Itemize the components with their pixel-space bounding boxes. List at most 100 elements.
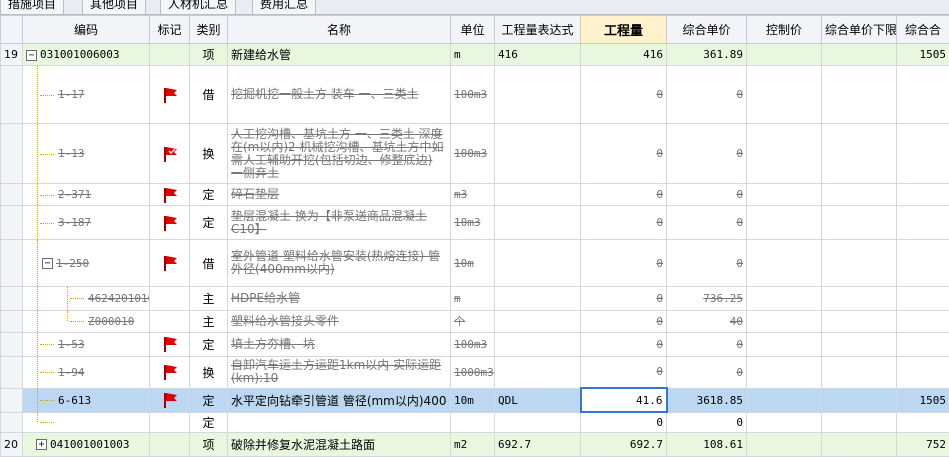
name-cell[interactable]: 挖掘机挖一般土方 装车 一、三类土 bbox=[227, 65, 451, 125]
name-cell[interactable]: 水平定向钻牵引管道 管径(mm以内)400 bbox=[227, 387, 451, 413]
name-cell[interactable]: 自卸汽车运土方运距1km以内 实际运距(km):10 bbox=[227, 355, 451, 389]
name-cell[interactable]: 碎石垫层 bbox=[227, 183, 451, 207]
type-cell[interactable]: 换 bbox=[189, 123, 228, 185]
price-low-cell[interactable] bbox=[821, 43, 897, 67]
type-cell[interactable]: 主 bbox=[189, 285, 228, 311]
code-cell[interactable]: Z000010 bbox=[22, 309, 150, 333]
control-cell[interactable] bbox=[746, 331, 822, 357]
unit-cell[interactable]: 100m3 bbox=[450, 65, 495, 125]
name-cell[interactable]: 塑料给水管接头零件 bbox=[227, 309, 451, 333]
type-cell[interactable]: 定 bbox=[189, 411, 228, 433]
qty-cell[interactable]: 416 bbox=[580, 43, 667, 67]
expr-cell[interactable] bbox=[494, 309, 581, 333]
code-cell[interactable] bbox=[22, 411, 150, 433]
control-cell[interactable] bbox=[746, 65, 822, 125]
name-cell[interactable]: 室外管道 塑料给水管安装(热熔连接) 管外径(400mm以内) bbox=[227, 239, 451, 287]
table-row[interactable]: 1-94 换 自卸汽车运土方运距1km以内 实际运距(km):10 1000m3… bbox=[0, 355, 949, 389]
name-cell[interactable]: 新建给水管 bbox=[227, 43, 451, 67]
control-cell[interactable] bbox=[746, 239, 822, 287]
type-cell[interactable]: 换 bbox=[189, 355, 228, 389]
unit-cell[interactable]: 1000m3 bbox=[450, 355, 495, 389]
unit-cell[interactable]: m3 bbox=[450, 183, 495, 207]
control-cell[interactable] bbox=[746, 411, 822, 433]
code-cell[interactable]: 1-53 bbox=[22, 331, 150, 357]
total-cell[interactable] bbox=[896, 239, 949, 287]
price-low-cell[interactable] bbox=[821, 239, 897, 287]
header-price[interactable]: 综合单价 bbox=[666, 14, 747, 45]
total-cell[interactable] bbox=[896, 65, 949, 125]
table-row[interactable]: 定 0 0 bbox=[0, 411, 949, 433]
table-row[interactable]: 2-371 定 碎石垫层 m3 0 0 bbox=[0, 183, 949, 207]
control-cell[interactable] bbox=[746, 309, 822, 333]
control-cell[interactable] bbox=[746, 123, 822, 185]
code-cell[interactable]: 1-13 bbox=[22, 123, 150, 185]
price-low-cell[interactable] bbox=[821, 285, 897, 311]
price-low-cell[interactable] bbox=[821, 431, 897, 457]
mark-cell[interactable] bbox=[149, 205, 190, 241]
mark-cell[interactable] bbox=[149, 123, 190, 185]
type-cell[interactable]: 借 bbox=[189, 65, 228, 125]
expand-icon[interactable]: + bbox=[36, 439, 47, 451]
code-cell[interactable]: −031001006003 bbox=[22, 43, 150, 67]
type-cell[interactable]: 定 bbox=[189, 331, 228, 357]
price-cell[interactable]: 0 bbox=[666, 239, 747, 287]
mark-cell[interactable] bbox=[149, 309, 190, 333]
price-cell[interactable]: 0 bbox=[666, 183, 747, 207]
expr-cell[interactable]: QDL bbox=[494, 387, 581, 413]
total-cell[interactable] bbox=[896, 309, 949, 333]
qty-cell[interactable]: 0 bbox=[580, 183, 667, 207]
name-cell[interactable]: 填土方夯槽、坑 bbox=[227, 331, 451, 357]
price-low-cell[interactable] bbox=[821, 355, 897, 389]
price-low-cell[interactable] bbox=[821, 123, 897, 185]
price-cell[interactable]: 0 bbox=[666, 355, 747, 389]
price-cell[interactable]: 361.89 bbox=[666, 43, 747, 67]
control-cell[interactable] bbox=[746, 285, 822, 311]
header-total[interactable]: 综合合 bbox=[896, 14, 949, 45]
header-control[interactable]: 控制价 bbox=[746, 14, 822, 45]
expr-cell[interactable] bbox=[494, 411, 581, 433]
table-row[interactable]: 19 −031001006003 项 新建给水管 m 416 416 361.8… bbox=[0, 43, 949, 67]
unit-cell[interactable]: 10m bbox=[450, 239, 495, 287]
header-qty[interactable]: 工程量 bbox=[580, 14, 667, 45]
price-cell[interactable]: 0 bbox=[666, 331, 747, 357]
type-cell[interactable]: 定 bbox=[189, 183, 228, 207]
unit-cell[interactable]: 个 bbox=[450, 309, 495, 333]
qty-cell[interactable]: 692.7 bbox=[580, 431, 667, 457]
total-cell[interactable] bbox=[896, 205, 949, 241]
mark-cell[interactable] bbox=[149, 43, 190, 67]
total-cell[interactable] bbox=[896, 331, 949, 357]
qty-input[interactable]: 41.6 bbox=[579, 387, 668, 414]
table-row[interactable]: 20 +041001001003 项 破除并修复水泥混凝土路面 m2 692.7… bbox=[0, 431, 949, 457]
price-low-cell[interactable] bbox=[821, 331, 897, 357]
tab-other-items[interactable]: 其他项目 bbox=[82, 0, 147, 15]
mark-cell[interactable] bbox=[149, 65, 190, 125]
code-cell[interactable]: 1-94 bbox=[22, 355, 150, 389]
qty-cell[interactable]: 0 bbox=[580, 205, 667, 241]
control-cell[interactable] bbox=[746, 431, 822, 457]
price-low-cell[interactable] bbox=[821, 183, 897, 207]
expr-cell[interactable] bbox=[494, 205, 581, 241]
table-row[interactable]: Z000010 主 塑料给水管接头零件 个 0 40 bbox=[0, 309, 949, 333]
total-cell[interactable] bbox=[896, 123, 949, 185]
code-cell[interactable]: 46242010104 bbox=[22, 285, 150, 311]
code-cell[interactable]: 3-187 bbox=[22, 205, 150, 241]
code-cell[interactable]: +041001001003 bbox=[22, 431, 150, 457]
name-cell[interactable]: 破除并修复水泥混凝土路面 bbox=[227, 431, 451, 457]
expr-cell[interactable] bbox=[494, 65, 581, 125]
qty-cell[interactable]: 0 bbox=[580, 239, 667, 287]
expr-cell[interactable] bbox=[494, 123, 581, 185]
table-row[interactable]: 1-53 定 填土方夯槽、坑 100m3 0 0 bbox=[0, 331, 949, 357]
unit-cell[interactable]: 100m3 bbox=[450, 123, 495, 185]
code-cell[interactable]: 2-371 bbox=[22, 183, 150, 207]
qty-cell[interactable]: 0 bbox=[580, 309, 667, 333]
expr-cell[interactable] bbox=[494, 239, 581, 287]
unit-cell[interactable] bbox=[450, 411, 495, 433]
name-cell[interactable] bbox=[227, 411, 451, 433]
expr-cell[interactable] bbox=[494, 183, 581, 207]
type-cell[interactable]: 借 bbox=[189, 239, 228, 287]
mark-cell[interactable] bbox=[149, 387, 190, 413]
mark-cell[interactable] bbox=[149, 411, 190, 433]
control-cell[interactable] bbox=[746, 387, 822, 413]
mark-cell[interactable] bbox=[149, 239, 190, 287]
control-cell[interactable] bbox=[746, 183, 822, 207]
